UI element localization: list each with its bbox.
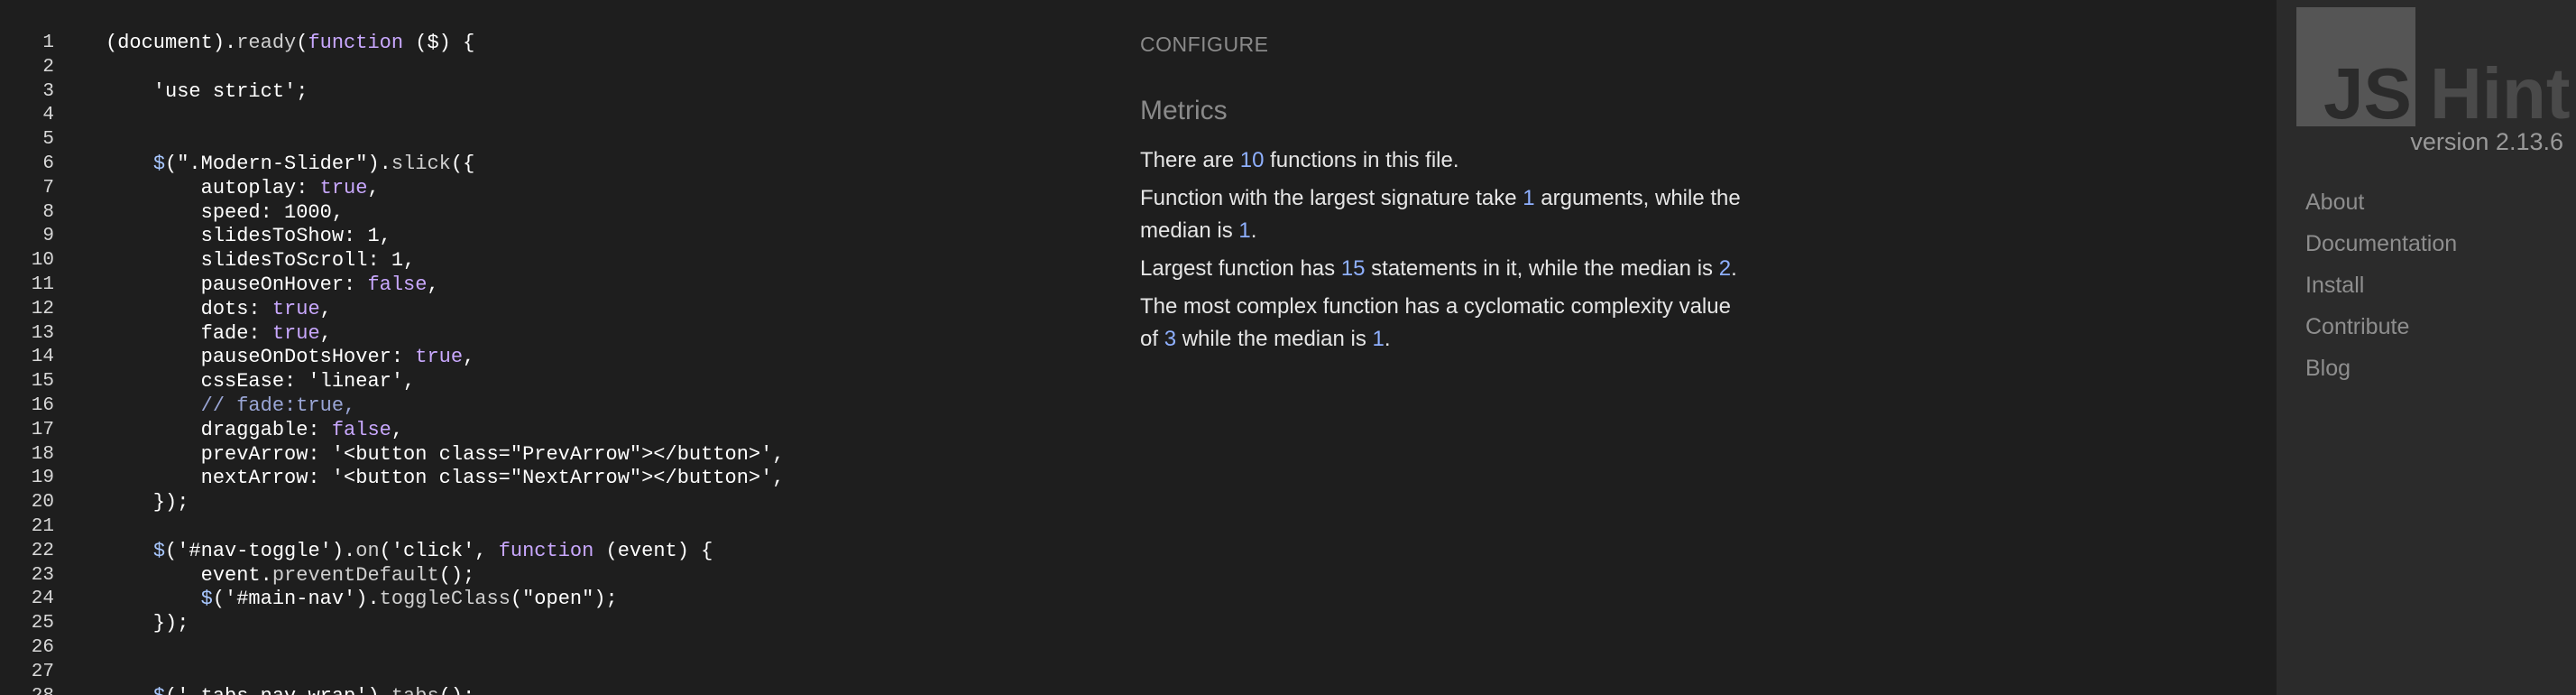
metric-text: . [1384,327,1391,351]
line-number: 21 [31,516,54,537]
code-text: slidesToShow: 1, [106,225,391,248]
largest-signature-args: 1 [1523,186,1535,210]
line-number: 7 [42,177,54,199]
code-text: 'use strict'; [106,79,308,103]
metric-text: Function with the largest signature take [1140,186,1523,210]
line-number: 22 [31,540,54,561]
metric-text: Largest function has [1140,256,1341,281]
line-number: 11 [31,274,54,295]
code-text: dots: true, [106,297,332,320]
nav-install[interactable]: Install [2305,273,2364,299]
line-number: 14 [31,347,54,368]
metric-text: arguments, while the [1534,186,1741,210]
code-text: $('#nav-toggle').on('click', function (e… [152,539,713,562]
line-number: 17 [31,419,54,440]
jshint-logo[interactable]: JS Hint [2296,7,2571,130]
code-text: slidesToScroll: 1, [106,249,416,273]
line-number: 4 [42,105,54,126]
code-text: $('#main-nav').toggleClass("open"); [200,588,618,611]
functions-count: 10 [1239,148,1265,172]
line-number: 6 [42,153,54,174]
statements-median: 2 [1718,256,1732,281]
line-number: 15 [31,371,54,393]
line-number: 5 [42,129,54,151]
code-text: $(".Modern-Slider").slick({ [152,153,475,175]
code-text: pauseOnDotsHover: true, [106,346,475,369]
metric-signature: Function with the largest signature take… [1140,182,1808,247]
line-number: 16 [31,395,54,416]
line-number: 2 [42,56,54,78]
metric-text: . [1731,256,1737,281]
line-number: 26 [31,637,54,658]
line-number: 12 [31,298,54,320]
code-text: nextArrow: '<button class="NextArrow"></… [106,467,785,490]
nav-contribute[interactable]: Contribute [2305,314,2409,340]
metric-statements: Largest function has 15 statements in it… [1140,253,1808,285]
report-panel: CONFIGURE Metrics There are 10 functions… [1140,0,1808,695]
line-number: 28 [0,685,54,695]
logo-hint-text: Hint [2430,53,2571,134]
logo-js-text: JS [2323,53,2412,134]
metric-text: There are [1140,148,1240,172]
code-text: fade: true, [106,321,332,345]
line-number: 10 [31,250,54,272]
line-number: 24 [31,588,54,610]
metric-complexity: The most complex function has a cyclomat… [1140,291,1808,356]
code-text: draggable: false, [106,418,404,441]
line-number: 13 [31,322,54,344]
line-number: 9 [42,226,54,247]
line-number: 3 [42,80,54,102]
code-text: pauseOnHover: false, [106,273,439,296]
line-number: 1 [42,32,54,53]
metric-text: while the median is [1176,327,1373,351]
signature-median: 1 [1238,218,1251,243]
line-number: 23 [31,564,54,586]
version-label: version 2.13.6 [2410,128,2563,155]
nav-documentation[interactable]: Documentation [2305,231,2457,257]
metric-text: median is [1140,218,1239,243]
metric-functions: There are 10 functions in this file. [1140,144,1808,177]
line-number: 25 [31,613,54,635]
code-text: cssEase: 'linear', [106,370,416,394]
line-number: 18 [31,443,54,465]
metric-text: statements in it, while the median is [1365,256,1719,281]
metrics-heading: Metrics [1140,96,1228,125]
code-editor[interactable]: 1 (document).ready(function ($) { 2 3 'use … [0,0,1091,695]
code-text: $('.tabs_nav_wrap').tabs(); [106,685,474,695]
line-number: 27 [31,661,54,682]
nav-about[interactable]: About [2305,190,2364,216]
code-text: autoplay: true, [106,176,380,199]
complexity-median: 1 [1372,327,1385,351]
line-number: 8 [42,201,54,223]
code-text: speed: 1000, [106,200,345,224]
sidebar: JS Hint version 2.13.6 About Documentati… [2277,0,2576,695]
line-number: 20 [31,492,54,514]
code-text: (document).ready(function ($) { [106,32,475,54]
metric-text: The most complex function has a cyclomat… [1140,294,1731,319]
code-text: // fade:true, [106,394,356,417]
code-text: }); [106,491,189,514]
configure-link[interactable]: CONFIGURE [1140,32,1269,57]
code-text: event.preventDefault(); [106,563,475,587]
largest-statements: 15 [1340,256,1366,281]
max-complexity: 3 [1164,327,1177,351]
nav-blog[interactable]: Blog [2305,356,2351,382]
code-text: }); [106,612,189,635]
code-text: prevArrow: '<button class="PrevArrow"></… [106,442,785,466]
metric-text: of [1140,327,1164,351]
metric-text: . [1250,218,1257,243]
line-number: 19 [31,468,54,489]
metric-text: functions in this file. [1264,148,1459,172]
